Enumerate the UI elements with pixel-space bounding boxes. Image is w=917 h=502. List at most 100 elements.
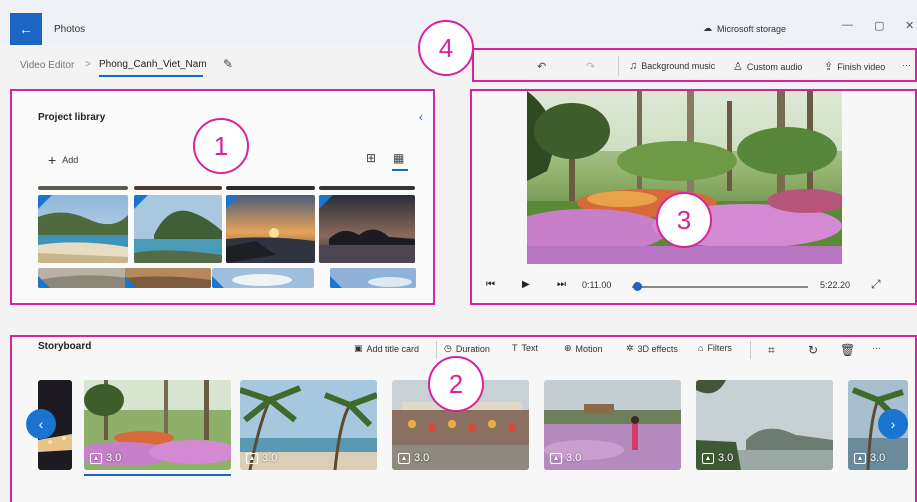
project-name-underline (99, 75, 203, 77)
text-icon: T (512, 343, 518, 353)
chevron-left-icon: ‹ (38, 416, 44, 432)
crop-icon[interactable]: ⌗ (768, 343, 775, 358)
blue-sky-image (212, 268, 314, 288)
library-thumbnail[interactable] (319, 186, 415, 190)
selected-corner-icon (125, 276, 137, 288)
clip-duration-badge: ▲ 3.0 (246, 452, 277, 464)
previous-frame-button[interactable]: ⏮ (486, 279, 495, 290)
clip-duration: 3.0 (106, 452, 122, 464)
library-thumbnail[interactable] (319, 195, 415, 263)
library-thumbnail[interactable] (330, 268, 416, 288)
clip-duration: 3.0 (870, 452, 886, 464)
selected-corner-icon (226, 195, 240, 209)
storyboard-clip[interactable]: ▲ 3.0 (544, 380, 681, 470)
background-music-label: Background music (641, 61, 716, 71)
close-button[interactable]: ✕ (905, 19, 914, 32)
library-thumbnail[interactable] (226, 195, 315, 263)
library-thumbnail[interactable] (38, 268, 128, 288)
total-time: 5:22.20 (820, 280, 851, 290)
clip-duration: 3.0 (262, 452, 278, 464)
large-grid-view-icon[interactable]: ⊞ (366, 151, 376, 165)
title-card-icon: ▣ (354, 343, 363, 353)
clip-duration-badge: ▲ 3.0 (854, 452, 885, 464)
more-options-button[interactable]: ··· (902, 60, 911, 70)
delete-icon[interactable]: 🗑 (840, 343, 855, 357)
project-library-title: Project library (38, 112, 106, 123)
scroll-right-button[interactable]: › (878, 409, 908, 439)
expand-icon[interactable]: ⤢ (871, 277, 881, 292)
custom-audio-button[interactable]: ♙ Custom audio (733, 60, 802, 73)
chevron-right-icon: › (890, 416, 896, 432)
library-thumbnail[interactable] (134, 195, 222, 263)
image-icon: ▲ (854, 452, 866, 464)
music-note-icon: ♫ (629, 60, 638, 72)
dusk-islands-image (319, 195, 415, 263)
undo-button[interactable]: ↶ (537, 60, 546, 73)
rotate-icon[interactable]: ↻ (808, 343, 818, 357)
export-icon: ⇪ (824, 61, 834, 73)
clip-duration-badge: ▲ 3.0 (550, 452, 581, 464)
next-frame-button[interactable]: ⏭ (557, 279, 566, 290)
seek-handle[interactable] (633, 282, 643, 291)
clear-sky-image (330, 268, 416, 288)
library-thumbnail[interactable] (38, 186, 128, 190)
selected-corner-icon (134, 195, 148, 209)
filters-label: Filters (707, 343, 732, 353)
image-icon: ▲ (398, 452, 410, 464)
duration-button[interactable]: ◷ Duration (444, 343, 490, 354)
clip-duration: 3.0 (718, 452, 734, 464)
playback-controls: ⏮ ▶ ⏭ 0:11.00 5:22.20 ⤢ (472, 271, 915, 301)
selected-corner-icon (38, 276, 50, 288)
storyboard-clip[interactable]: ▲ 3.0 (84, 380, 231, 470)
back-button[interactable]: ← (10, 13, 42, 45)
redo-button[interactable]: ↷ (586, 60, 595, 73)
storage-indicator[interactable]: ☁ Microsoft storage (703, 23, 786, 34)
clock-icon: ◷ (444, 343, 452, 353)
library-thumbnail[interactable] (38, 195, 128, 263)
custom-audio-label: Custom audio (746, 61, 803, 72)
finish-video-button[interactable]: ⇪ Finish video (824, 60, 885, 73)
project-name[interactable]: Phong_Canh_Viet_Nam (99, 59, 207, 70)
filters-button[interactable]: ⌂ Filters (698, 343, 732, 353)
text-button[interactable]: T Text (512, 343, 538, 353)
maximize-button[interactable]: ▢ (874, 19, 884, 32)
toolbar-divider (750, 341, 751, 359)
selected-clip-indicator (84, 474, 231, 476)
library-thumbnail[interactable] (134, 186, 222, 190)
library-thumbnail[interactable] (226, 186, 315, 190)
motion-label: Motion (575, 343, 603, 354)
small-grid-view-icon[interactable]: ▦ (393, 151, 404, 165)
storyboard-clip[interactable]: ▲ 3.0 (240, 380, 377, 470)
toolbar-divider (618, 56, 619, 76)
image-icon: ▲ (246, 452, 258, 464)
breadcrumb-video-editor[interactable]: Video Editor (20, 60, 74, 71)
scroll-left-button[interactable]: ‹ (26, 409, 56, 439)
add-title-card-button[interactable]: ▣ Add title card (354, 343, 419, 354)
person-audio-icon: ♙ (733, 61, 743, 73)
project-toolbar: ↶ ↷ ♫ Background music ♙ Custom audio ⇪ … (472, 48, 917, 82)
add-media-button[interactable]: + Add (48, 152, 78, 168)
current-time: 0:11.00 (582, 280, 612, 290)
background-music-button[interactable]: ♫ Background music (629, 60, 715, 72)
marker-4: 4 (418, 20, 474, 76)
library-thumbnail[interactable] (212, 268, 314, 288)
clip-duration: 3.0 (566, 452, 582, 464)
library-thumbnail[interactable] (125, 268, 211, 288)
app-title: Photos (54, 24, 86, 35)
more-options-button[interactable]: ··· (872, 343, 881, 353)
motion-icon: ⊕ (564, 343, 572, 353)
effects-icon: ✲ (626, 343, 634, 353)
breadcrumb-separator: > (85, 59, 91, 70)
storyboard-clip[interactable]: ▲ 3.0 (696, 380, 833, 470)
clip-duration-badge: ▲ 3.0 (702, 452, 733, 464)
collapse-chevron-icon[interactable]: ‹ (419, 110, 423, 124)
storage-label: Microsoft storage (717, 23, 787, 34)
minimize-button[interactable]: — (842, 19, 853, 31)
filter-icon: ⌂ (698, 343, 704, 353)
pencil-icon[interactable]: ✎ (223, 57, 233, 71)
3d-effects-button[interactable]: ✲ 3D effects (626, 343, 678, 354)
motion-button[interactable]: ⊕ Motion (564, 343, 603, 354)
cloud-icon: ☁ (703, 23, 712, 33)
play-button[interactable]: ▶ (522, 279, 530, 290)
seek-bar[interactable] (632, 286, 808, 288)
